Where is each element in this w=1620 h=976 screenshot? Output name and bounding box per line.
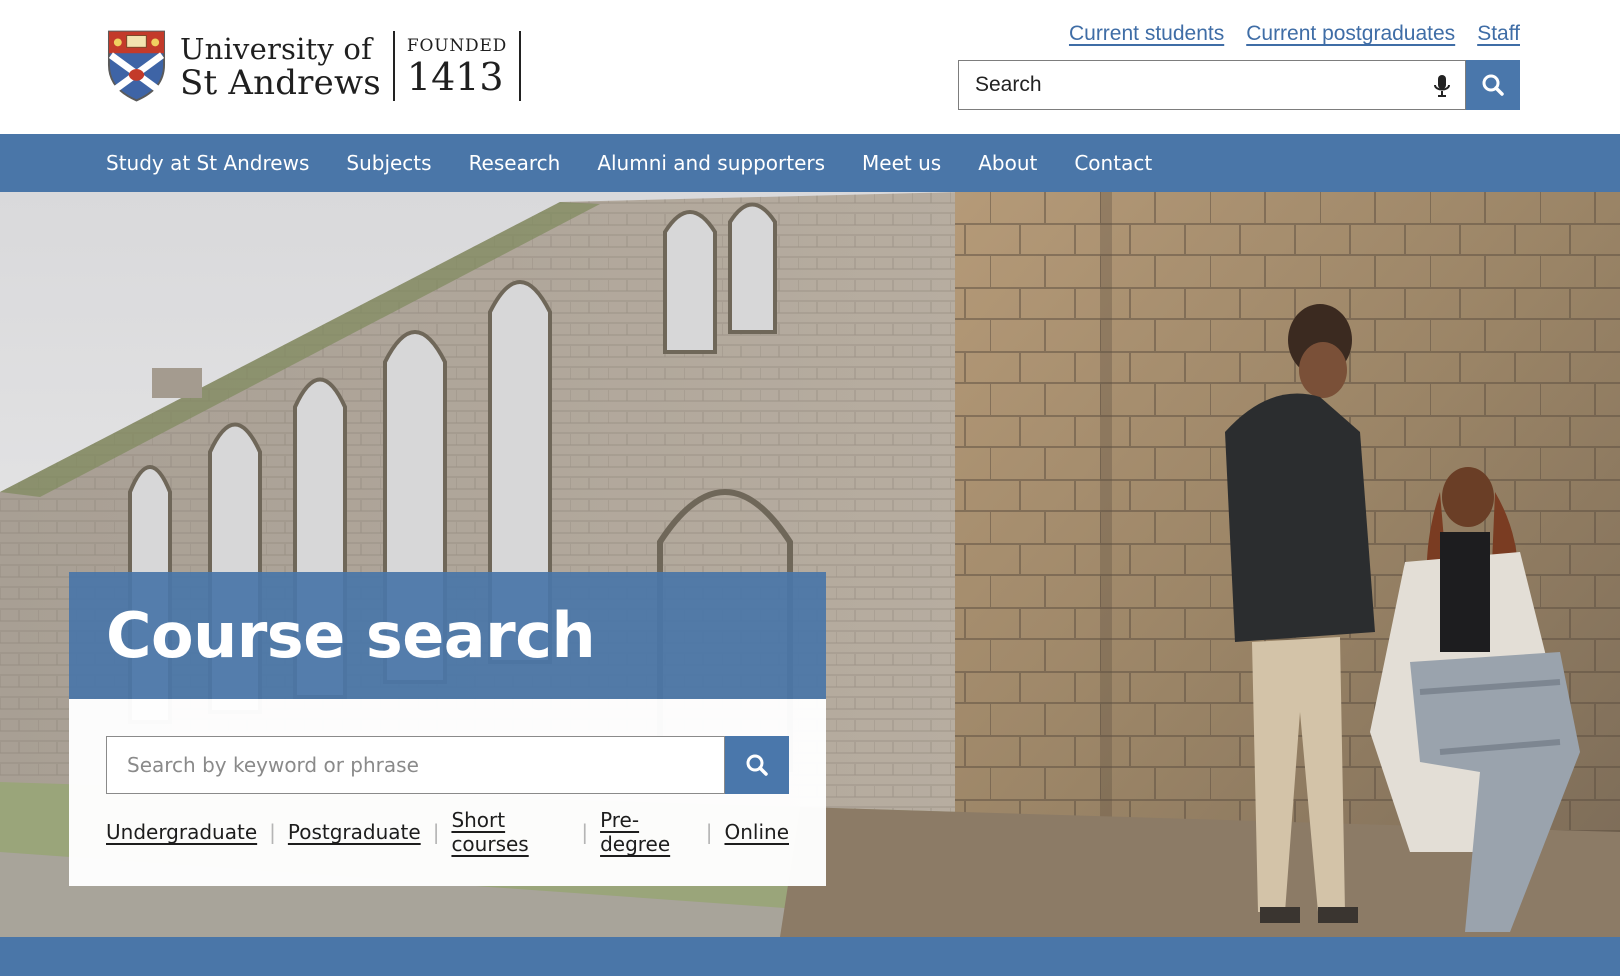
hero-banner: Course search Search by keyword or phras… [0, 192, 1620, 937]
course-search-input[interactable]: Search by keyword or phrase [106, 736, 725, 794]
search-icon [746, 754, 768, 776]
staff-link[interactable]: Staff [1477, 22, 1520, 46]
pre-degree-link[interactable]: Pre-degree [600, 808, 694, 856]
current-students-link[interactable]: Current students [1069, 22, 1224, 46]
nav-item-contact[interactable]: Contact [1074, 151, 1152, 175]
university-name-line2: St Andrews [180, 63, 381, 103]
university-crest-icon [107, 30, 166, 102]
site-search-button[interactable] [1466, 60, 1520, 110]
page-title: Course search [106, 599, 596, 672]
founded-label: FOUNDED [406, 36, 508, 56]
logo-divider-right [519, 31, 522, 101]
online-link[interactable]: Online [724, 820, 789, 844]
site-header: University of St Andrews FOUNDED 1413 Cu… [0, 0, 1620, 134]
course-level-links: Undergraduate | Postgraduate | Short cou… [106, 808, 789, 856]
nav-item-alumni[interactable]: Alumni and supporters [597, 151, 825, 175]
course-search-panel: Course search Search by keyword or phras… [69, 572, 826, 886]
link-separator: | [432, 820, 440, 844]
nav-item-research[interactable]: Research [469, 151, 561, 175]
site-search-placeholder: Search [975, 73, 1042, 96]
postgraduate-link[interactable]: Postgraduate [288, 820, 421, 844]
site-search: Search [958, 60, 1520, 110]
link-separator: | [705, 820, 713, 844]
audience-links: Current students Current postgraduates S… [1069, 22, 1520, 46]
search-icon [1482, 74, 1504, 96]
short-courses-link[interactable]: Short courses [451, 808, 569, 856]
nav-item-subjects[interactable]: Subjects [346, 151, 431, 175]
microphone-icon[interactable] [1433, 74, 1451, 98]
current-postgraduates-link[interactable]: Current postgraduates [1246, 22, 1455, 46]
founded-mark: FOUNDED 1413 [407, 35, 507, 97]
link-separator: | [581, 820, 589, 844]
site-search-input[interactable]: Search [958, 60, 1466, 110]
course-search-body: Search by keyword or phrase Undergraduat… [69, 699, 826, 886]
footer-band [0, 937, 1620, 976]
nav-item-meet-us[interactable]: Meet us [862, 151, 941, 175]
logo-divider [392, 31, 395, 101]
nav-item-study[interactable]: Study at St Andrews [106, 151, 309, 175]
course-search-placeholder: Search by keyword or phrase [127, 753, 419, 777]
university-logo[interactable]: University of St Andrews FOUNDED 1413 [107, 28, 522, 104]
link-separator: | [269, 820, 276, 844]
undergraduate-link[interactable]: Undergraduate [106, 820, 257, 844]
nav-item-about[interactable]: About [978, 151, 1037, 175]
course-search-button[interactable] [725, 736, 789, 794]
university-name-line1: University of [180, 32, 373, 66]
course-search-title-band: Course search [69, 572, 826, 699]
course-search-form: Search by keyword or phrase [106, 736, 789, 794]
main-navigation: Study at St Andrews Subjects Research Al… [0, 134, 1620, 192]
founded-year: 1413 [406, 55, 504, 99]
university-name: University of St Andrews [180, 32, 381, 100]
